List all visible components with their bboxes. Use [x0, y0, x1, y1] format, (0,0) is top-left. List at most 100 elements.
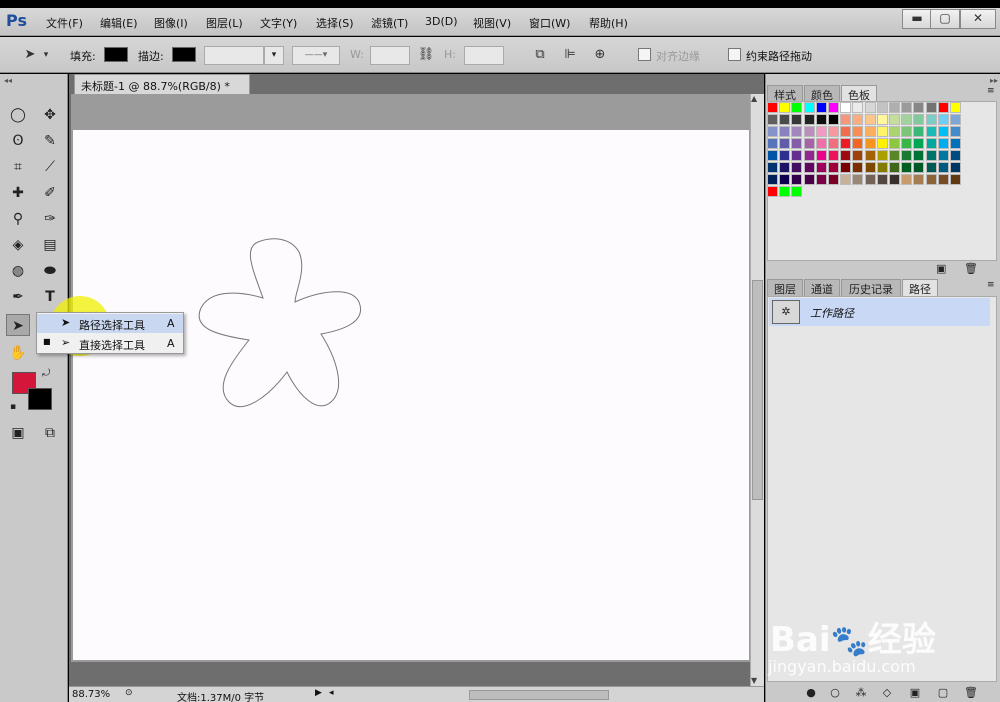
- color-swatch[interactable]: [889, 114, 900, 125]
- color-swatch[interactable]: [950, 138, 961, 149]
- color-swatch[interactable]: [889, 126, 900, 137]
- color-swatch[interactable]: [828, 150, 839, 161]
- eraser-tool-icon[interactable]: ◈: [6, 234, 30, 256]
- color-swatch[interactable]: [877, 126, 888, 137]
- load-as-selection-icon[interactable]: ⁂: [853, 686, 869, 700]
- horizontal-scrollbar-thumb[interactable]: [469, 690, 609, 700]
- align-edges-checkbox[interactable]: [638, 48, 651, 61]
- path-arrangement-icon[interactable]: ⊕: [590, 46, 610, 64]
- panel-collapse-icon[interactable]: ▸▸: [990, 76, 998, 85]
- color-swatch[interactable]: [840, 162, 851, 173]
- color-swatch[interactable]: [816, 150, 827, 161]
- color-swatch[interactable]: [877, 150, 888, 161]
- color-swatch[interactable]: [852, 102, 863, 113]
- color-swatch[interactable]: [926, 162, 937, 173]
- make-work-path-icon[interactable]: ◇: [879, 686, 895, 700]
- swap-colors-icon[interactable]: ⤾: [42, 368, 50, 379]
- color-swatch[interactable]: [779, 114, 790, 125]
- scroll-up-icon[interactable]: ▲: [751, 94, 757, 103]
- menu-type[interactable]: 文字(Y): [260, 15, 297, 31]
- color-swatch[interactable]: [950, 174, 961, 185]
- color-swatch[interactable]: [938, 126, 949, 137]
- canvas[interactable]: [73, 130, 749, 660]
- color-swatch[interactable]: [804, 102, 815, 113]
- height-field[interactable]: [464, 46, 504, 65]
- color-swatch[interactable]: [828, 102, 839, 113]
- menu-filter[interactable]: 滤镜(T): [371, 15, 408, 31]
- menu-edit[interactable]: 编辑(E): [100, 15, 138, 31]
- color-swatch[interactable]: [913, 102, 924, 113]
- flower-work-path[interactable]: [73, 130, 749, 660]
- gradient-tool-icon[interactable]: ▤: [38, 234, 62, 256]
- color-swatch[interactable]: [938, 174, 949, 185]
- color-swatch[interactable]: [804, 138, 815, 149]
- color-swatch[interactable]: [840, 114, 851, 125]
- color-swatch[interactable]: [950, 150, 961, 161]
- color-swatch[interactable]: [828, 138, 839, 149]
- crop-tool-icon[interactable]: ⌗: [6, 156, 30, 178]
- stroke-type-dropdown[interactable]: ——▾: [292, 46, 340, 65]
- color-swatch[interactable]: [913, 150, 924, 161]
- color-swatch[interactable]: [926, 102, 937, 113]
- paths-panel-menu-icon[interactable]: ≡: [987, 280, 995, 290]
- color-swatch[interactable]: [865, 102, 876, 113]
- color-swatch[interactable]: [779, 150, 790, 161]
- healing-brush-tool-icon[interactable]: ✚: [6, 182, 30, 204]
- color-swatch[interactable]: [791, 186, 802, 197]
- color-swatch[interactable]: [791, 138, 802, 149]
- color-swatch[interactable]: [779, 126, 790, 137]
- color-swatch[interactable]: [804, 174, 815, 185]
- fill-path-icon[interactable]: ●: [803, 686, 819, 700]
- restore-button[interactable]: ▢: [930, 9, 960, 29]
- color-swatch[interactable]: [877, 114, 888, 125]
- color-swatch[interactable]: [913, 114, 924, 125]
- tool-preset-dropdown-icon[interactable]: ▾: [40, 46, 52, 64]
- stroke-width-dropdown[interactable]: ▾: [264, 46, 284, 65]
- color-swatch[interactable]: [804, 114, 815, 125]
- color-swatch[interactable]: [926, 174, 937, 185]
- close-button[interactable]: ✕: [960, 9, 996, 29]
- color-swatch[interactable]: [767, 162, 778, 173]
- color-swatch[interactable]: [767, 174, 778, 185]
- color-swatch[interactable]: [938, 114, 949, 125]
- color-swatch[interactable]: [901, 174, 912, 185]
- brush-tool-icon[interactable]: ✐: [38, 182, 62, 204]
- color-swatch[interactable]: [816, 102, 827, 113]
- vertical-scrollbar-thumb[interactable]: [752, 280, 763, 500]
- menu-file[interactable]: 文件(F): [46, 15, 83, 31]
- color-swatch[interactable]: [852, 150, 863, 161]
- color-swatch[interactable]: [791, 114, 802, 125]
- color-swatch[interactable]: [950, 162, 961, 173]
- scroll-down-icon[interactable]: ▼: [751, 676, 757, 685]
- color-swatch[interactable]: [828, 162, 839, 173]
- color-swatch[interactable]: [779, 102, 790, 113]
- color-swatch[interactable]: [913, 138, 924, 149]
- color-swatch[interactable]: [779, 174, 790, 185]
- pen-tool-icon[interactable]: ✒: [6, 286, 30, 308]
- color-swatch[interactable]: [877, 162, 888, 173]
- color-swatch[interactable]: [816, 138, 827, 149]
- color-swatch[interactable]: [852, 174, 863, 185]
- zoom-level[interactable]: 88.73%: [72, 689, 110, 700]
- screen-mode-icon[interactable]: ⧉: [38, 422, 62, 444]
- color-swatch[interactable]: [913, 174, 924, 185]
- color-swatch[interactable]: [865, 114, 876, 125]
- document-tab[interactable]: 未标题-1 @ 88.7%(RGB/8) * ×: [74, 74, 250, 107]
- color-swatch[interactable]: [938, 162, 949, 173]
- color-swatch[interactable]: [791, 162, 802, 173]
- color-swatch[interactable]: [913, 162, 924, 173]
- color-swatch[interactable]: [779, 162, 790, 173]
- add-mask-icon[interactable]: ▣: [907, 686, 923, 700]
- color-swatch[interactable]: [889, 174, 900, 185]
- color-swatch[interactable]: [877, 102, 888, 113]
- color-swatch[interactable]: [791, 102, 802, 113]
- path-operations-icon[interactable]: ⧉: [530, 46, 550, 64]
- color-swatch[interactable]: [791, 126, 802, 137]
- color-swatch[interactable]: [901, 126, 912, 137]
- color-swatch[interactable]: [804, 150, 815, 161]
- color-swatch[interactable]: [901, 162, 912, 173]
- flyout-item-path-selection[interactable]: ➤ 路径选择工具 A: [37, 314, 183, 333]
- new-path-icon[interactable]: ▢: [935, 686, 951, 700]
- path-row-work-path[interactable]: [769, 298, 990, 326]
- color-swatch[interactable]: [901, 138, 912, 149]
